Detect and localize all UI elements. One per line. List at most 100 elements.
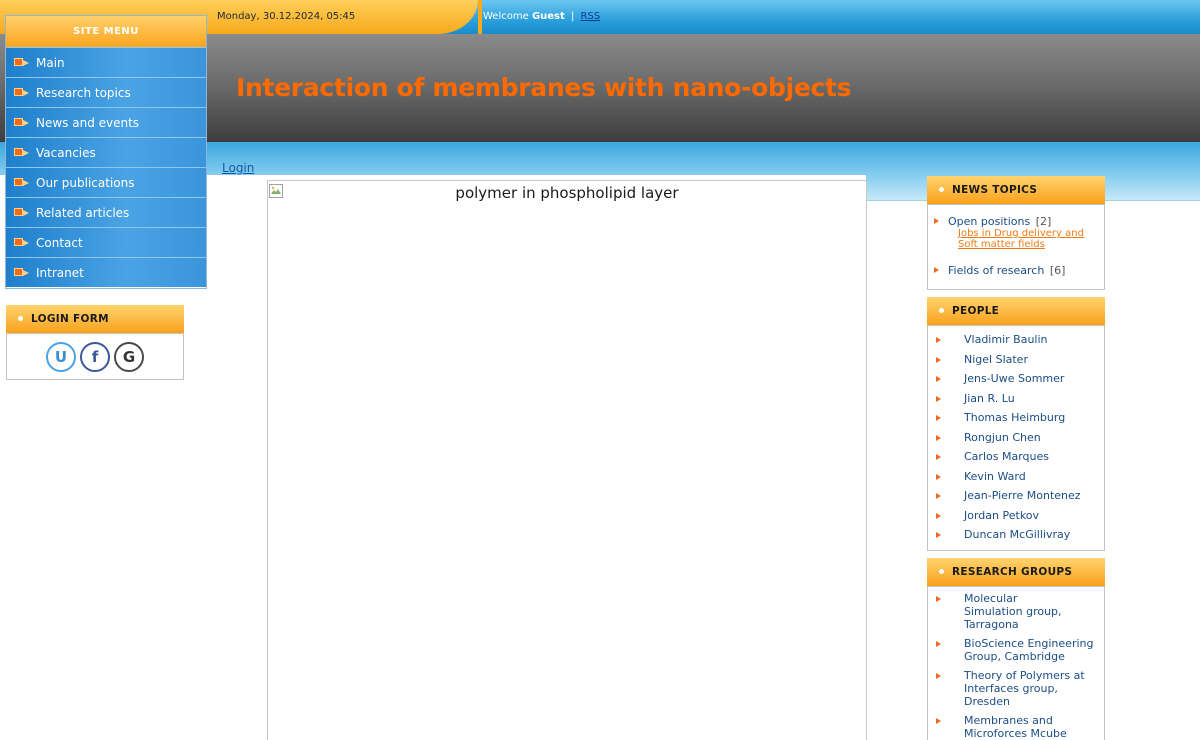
arrow-icon xyxy=(936,641,941,647)
menu-item-our-publications[interactable]: Our publications xyxy=(6,167,206,197)
arrow-icon xyxy=(936,718,941,724)
arrow-icon xyxy=(934,218,939,224)
social-login-buttons: U f G xyxy=(6,333,184,380)
research-group-name[interactable]: Theory of Polymers at Interfaces group, … xyxy=(964,669,1085,708)
date-bar-divider xyxy=(478,0,482,34)
menu-arrow-icon xyxy=(14,237,30,248)
menu-item-research-topics[interactable]: Research topics xyxy=(6,77,206,107)
news-topic-latest-link[interactable]: Jobs in Drug delivery and Soft matter fi… xyxy=(958,228,1086,250)
menu-item-news-and-events[interactable]: News and events xyxy=(6,107,206,137)
research-group-name[interactable]: Molecular Simulation group, Tarragona xyxy=(964,592,1062,631)
news-topics-block: NEWS TOPICS Open positions [2] Jobs in D… xyxy=(927,176,1105,290)
login-link[interactable]: Login xyxy=(222,161,254,175)
person-link[interactable]: Carlos Marques xyxy=(934,448,1098,468)
news-topic-count: [6] xyxy=(1049,264,1066,277)
person-name[interactable]: Jian R. Lu xyxy=(964,392,1015,405)
person-name[interactable]: Rongjun Chen xyxy=(964,431,1041,444)
research-group-name[interactable]: BioScience Engineering Group, Cambridge xyxy=(964,637,1093,663)
person-name[interactable]: Jordan Petkov xyxy=(964,509,1039,522)
menu-item-label: Research topics xyxy=(36,85,131,100)
main-image: polymer in phospholipid layer xyxy=(267,180,867,740)
news-topics-title-text: NEWS TOPICS xyxy=(952,184,1038,196)
person-name[interactable]: Carlos Marques xyxy=(964,450,1049,463)
bullet-icon xyxy=(939,187,944,192)
news-topic-item[interactable]: Open positions [2] Jobs in Drug delivery… xyxy=(934,215,1098,250)
menu-item-vacancies[interactable]: Vacancies xyxy=(6,137,206,167)
person-link[interactable]: Rongjun Chen xyxy=(934,429,1098,449)
site-title[interactable]: Interaction of membranes with nano-objec… xyxy=(236,73,852,102)
arrow-icon xyxy=(936,395,941,402)
rss-link[interactable]: RSS xyxy=(581,11,601,22)
news-topic-label[interactable]: Fields of research xyxy=(948,264,1044,277)
menu-arrow-icon xyxy=(14,87,30,98)
welcome-text: Welcome xyxy=(483,11,529,22)
menu-arrow-icon xyxy=(14,177,30,188)
person-link[interactable]: Jian R. Lu xyxy=(934,390,1098,410)
welcome-bar: Welcome Guest | RSS xyxy=(483,11,600,22)
bullet-icon xyxy=(939,308,944,313)
research-group-link[interactable]: BioScience Engineering Group, Cambridge xyxy=(934,637,1094,663)
person-name[interactable]: Thomas Heimburg xyxy=(964,411,1065,424)
research-group-name[interactable]: Membranes and Microforces Mcube group, S… xyxy=(964,714,1067,740)
people-title-text: PEOPLE xyxy=(952,305,1000,317)
login-form: LOGIN FORM U f G xyxy=(6,305,184,380)
facebook-login-button[interactable]: f xyxy=(80,341,110,372)
login-form-title-text: LOGIN FORM xyxy=(31,313,109,325)
news-topics-title: NEWS TOPICS xyxy=(927,176,1105,204)
person-link[interactable]: Nigel Slater xyxy=(934,351,1098,371)
news-topic-item[interactable]: Fields of research [6] xyxy=(934,264,1098,277)
arrow-icon xyxy=(934,267,939,273)
menu-arrow-icon xyxy=(14,117,30,128)
research-group-link[interactable]: Molecular Simulation group, Tarragona xyxy=(934,592,1074,631)
person-name[interactable]: Vladimir Baulin xyxy=(964,333,1048,346)
menu-item-label: Intranet xyxy=(36,265,84,280)
menu-item-label: Main xyxy=(36,55,65,70)
arrow-icon xyxy=(936,434,941,441)
person-link[interactable]: Kevin Ward xyxy=(934,468,1098,488)
people-list: Vladimir Baulin Nigel Slater Jens-Uwe So… xyxy=(927,325,1105,551)
news-topic-count: [2] xyxy=(1035,215,1052,228)
username: Guest xyxy=(531,11,565,22)
person-link[interactable]: Thomas Heimburg xyxy=(934,409,1098,429)
menu-item-contact[interactable]: Contact xyxy=(6,227,206,257)
person-name[interactable]: Kevin Ward xyxy=(964,470,1026,483)
login-form-title: LOGIN FORM xyxy=(6,305,184,333)
news-topics-list: Open positions [2] Jobs in Drug delivery… xyxy=(927,204,1105,290)
site-menu: SITE MENU Main Research topics News and … xyxy=(5,15,207,289)
people-title: PEOPLE xyxy=(927,297,1105,325)
person-name[interactable]: Jean-Pierre Montenez xyxy=(964,489,1081,502)
person-link[interactable]: Jean-Pierre Montenez xyxy=(934,487,1098,507)
research-group-link[interactable]: Membranes and Microforces Mcube group, S… xyxy=(934,714,1074,740)
bullet-icon xyxy=(18,316,23,321)
person-link[interactable]: Jordan Petkov xyxy=(934,507,1098,527)
person-link[interactable]: Duncan McGillivray xyxy=(934,526,1098,546)
person-link[interactable]: Jens-Uwe Sommer xyxy=(934,370,1098,390)
google-login-button[interactable]: G xyxy=(114,341,144,372)
arrow-icon xyxy=(936,473,941,480)
menu-arrow-icon xyxy=(14,267,30,278)
arrow-icon xyxy=(936,493,941,499)
arrow-icon xyxy=(936,356,941,363)
menu-item-label: Our publications xyxy=(36,175,135,190)
research-groups-list: Molecular Simulation group, Tarragona Bi… xyxy=(927,586,1105,740)
person-name[interactable]: Jens-Uwe Sommer xyxy=(964,372,1064,385)
arrow-icon xyxy=(936,596,941,602)
research-groups-block: RESEARCH GROUPS Molecular Simulation gro… xyxy=(927,558,1105,740)
research-group-link[interactable]: Theory of Polymers at Interfaces group, … xyxy=(934,669,1094,708)
person-name[interactable]: Nigel Slater xyxy=(964,353,1028,366)
research-groups-title-text: RESEARCH GROUPS xyxy=(952,566,1073,578)
menu-arrow-icon xyxy=(14,207,30,218)
person-link[interactable]: Vladimir Baulin xyxy=(934,331,1098,351)
menu-arrow-icon xyxy=(14,147,30,158)
menu-item-intranet[interactable]: Intranet xyxy=(6,257,206,287)
menu-item-related-articles[interactable]: Related articles xyxy=(6,197,206,227)
menu-item-label: Vacancies xyxy=(36,145,96,160)
uid-login-button[interactable]: U xyxy=(46,341,76,372)
menu-item-label: News and events xyxy=(36,115,140,130)
menu-item-label: Contact xyxy=(36,235,83,250)
person-name[interactable]: Duncan McGillivray xyxy=(964,528,1070,541)
menu-item-main[interactable]: Main xyxy=(6,47,206,77)
arrow-icon xyxy=(936,532,941,538)
news-topic-label[interactable]: Open positions xyxy=(948,215,1030,228)
menu-item-label: Related articles xyxy=(36,205,130,220)
